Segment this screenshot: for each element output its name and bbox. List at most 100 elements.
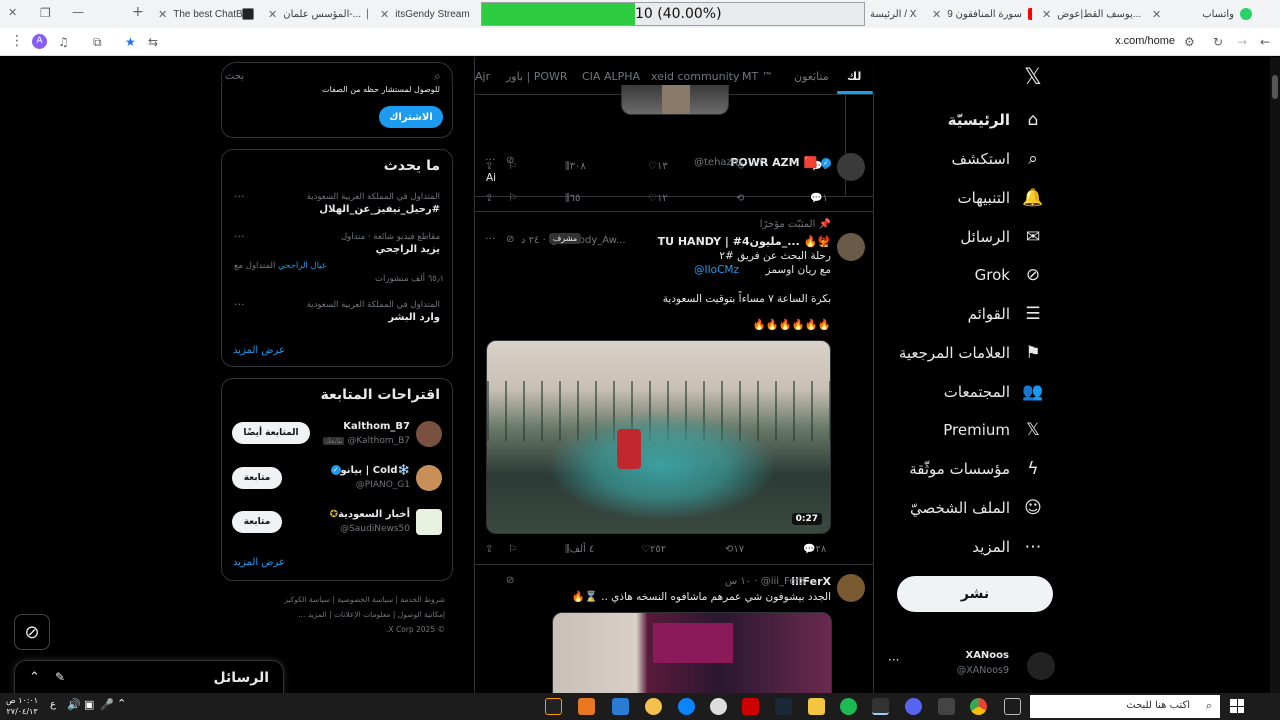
minimize-window-icon[interactable]: — — [72, 5, 84, 19]
show-more-link[interactable]: عرض المزيد — [233, 345, 285, 356]
tray-chevron-icon[interactable]: ⌃ — [117, 697, 126, 710]
url-field[interactable]: x.com/home — [1115, 35, 1175, 47]
post-button[interactable]: نشر — [897, 576, 1053, 612]
more-dots-icon[interactable]: ··· — [888, 653, 899, 667]
tweet[interactable]: iiiFerX ١٠ س · @iii_FerX ⊘ الجدد بيشوفون… — [475, 566, 873, 693]
more-dots-icon[interactable]: ··· — [234, 190, 245, 203]
network-icon[interactable]: ▣ — [84, 698, 94, 711]
tab-youtube[interactable]: ✕ يوسف القط|عوض... — [1042, 4, 1142, 24]
profile-avatar[interactable]: A — [32, 34, 47, 49]
tab-quran[interactable]: ✕ سورة المنافقون 9 — [932, 4, 1032, 24]
like-button[interactable]: ♡ ١٢ — [648, 193, 668, 204]
tab-powr[interactable]: باور | POWR — [506, 70, 568, 83]
avatar[interactable] — [416, 509, 442, 535]
more-dots-icon[interactable]: ··· — [234, 298, 245, 311]
tweet[interactable]: POWR AZM 🟥 ✓ @tehazm · ٣٠ د ⊘ ··· Ai ⇪ ⚐… — [475, 145, 873, 212]
close-icon[interactable]: ✕ — [380, 8, 389, 21]
grok-icon[interactable]: ⊘ — [506, 155, 514, 166]
nav-item-bookmark[interactable]: ⚑ العلامات المرجعية — [899, 338, 1044, 368]
mention-link[interactable]: @IIoCMz — [694, 264, 739, 276]
restore-window-icon[interactable]: ❐ — [40, 6, 51, 20]
more-dots-icon[interactable]: ··· — [485, 153, 496, 166]
close-icon[interactable]: ✕ — [1042, 8, 1051, 21]
tab-mt[interactable]: MT ™ — [742, 70, 773, 83]
suggestion-name[interactable]: ✓ بيانو | Cold❄️ — [330, 465, 410, 476]
nav-item-x-logo[interactable]: 𝕏 Premium — [943, 415, 1044, 445]
grok-icon[interactable]: ⊘ — [506, 234, 514, 245]
extensions-icon[interactable]: ⧉ — [93, 35, 102, 50]
tab-ajr[interactable]: Ajr — [475, 70, 490, 83]
views-count[interactable]: ⫼ ٤ ألف — [565, 544, 594, 555]
close-icon[interactable]: ✕ — [158, 8, 167, 21]
share-icon[interactable]: ⇪ — [485, 544, 493, 555]
suggestion-name[interactable]: Kalthom_B7 — [343, 421, 410, 432]
tab-xeid-community[interactable]: xeid community — [651, 70, 740, 83]
x-logo-icon[interactable]: 𝕏 — [1024, 65, 1042, 90]
tab-following[interactable]: متابَعون — [794, 70, 829, 83]
more-dots-icon[interactable]: ··· — [234, 230, 245, 243]
tweet-image[interactable] — [621, 85, 729, 115]
close-icon[interactable]: ✕ — [1152, 8, 1161, 21]
messages-drawer[interactable]: ⌃ ✎ الرسائل — [14, 660, 284, 693]
app-icon[interactable] — [742, 698, 759, 715]
nav-item-grok[interactable]: ⊘ Grok — [975, 260, 1044, 290]
volume-icon[interactable]: 🔊 — [67, 698, 81, 711]
tweet-author-name[interactable]: TU HANDY | #4مليون_... 🔥🐦‍🔥 — [658, 235, 831, 248]
close-icon[interactable]: ✕ — [268, 8, 277, 21]
clock[interactable]: ١٠:٠١ ص ٢٧/٠٤/١٣ — [6, 695, 38, 717]
tab-stream[interactable]: ✕ itsGendy Stream — [380, 4, 475, 24]
avatar[interactable] — [837, 233, 865, 261]
site-info-icon[interactable]: ⚙ — [1184, 35, 1195, 49]
menu-dots-icon[interactable]: ⋮ — [10, 33, 24, 49]
follow-button[interactable]: متابعة — [232, 511, 282, 533]
avatar[interactable] — [837, 574, 865, 602]
trend-title[interactable]: وارد البشر — [388, 312, 440, 323]
tab-founder[interactable]: ✕ المؤسس علمان-... — [268, 4, 368, 24]
tweet[interactable]: 📌 المثبّت مؤخرًا TU HANDY | #4مليون_... … — [475, 213, 873, 565]
tweet-image[interactable] — [552, 612, 832, 693]
tab-x-home[interactable]: الرئيسة / X X — [870, 4, 920, 24]
app-icon[interactable] — [710, 698, 727, 715]
app-icon[interactable] — [578, 698, 595, 715]
task-view-icon[interactable] — [1004, 698, 1021, 715]
trend-title[interactable]: يزيد الراجحي — [376, 244, 440, 255]
tweet-video[interactable]: 0:27 — [486, 340, 831, 534]
more-dots-icon[interactable]: ··· — [485, 232, 496, 245]
nav-item-lightning[interactable]: ϟ مؤسسات موثّقة — [909, 454, 1044, 484]
scroll-thumb[interactable] — [1272, 75, 1278, 99]
tab-whatsapp[interactable]: ✕ واتساب — [1152, 4, 1252, 24]
media-control-icon[interactable]: ♫ — [58, 35, 69, 49]
repost-icon[interactable]: ⟲ — [736, 193, 744, 204]
nav-item-mail[interactable]: ✉ الرسائل — [960, 222, 1044, 252]
bookmark-star-icon[interactable]: ★ — [125, 35, 136, 49]
avatar[interactable] — [837, 153, 865, 181]
expand-icon[interactable]: ⌃ — [29, 670, 40, 685]
show-more-link[interactable]: عرض المزيد — [233, 557, 285, 568]
chrome-icon[interactable] — [970, 698, 987, 715]
app-icon[interactable] — [938, 698, 955, 715]
obs-icon[interactable] — [872, 698, 889, 715]
nav-item-profile[interactable]: ☺ الملف الشخصيّ — [910, 493, 1044, 523]
spotify-icon[interactable] — [840, 698, 857, 715]
steam-icon[interactable] — [775, 698, 792, 715]
app-icon[interactable] — [645, 698, 662, 715]
file-explorer-icon[interactable] — [808, 698, 825, 715]
close-icon[interactable]: ✕ — [932, 8, 941, 21]
follow-button[interactable]: متابعة — [232, 467, 282, 489]
follow-back-button[interactable]: المتابعة أيضًا — [232, 422, 310, 444]
tab-favicon[interactable] — [242, 4, 258, 24]
bookmark-icon[interactable]: ⚐ — [508, 544, 517, 555]
bookmark-icon[interactable]: ⚐ — [508, 193, 517, 204]
nav-item-communities[interactable]: 👥 المجتمعات — [944, 377, 1044, 407]
page-scrollbar[interactable] — [1270, 57, 1280, 693]
new-message-icon[interactable]: ✎ — [55, 670, 65, 684]
nav-item-home[interactable]: ⌂ الرئيسيّة — [948, 105, 1044, 135]
close-window-icon[interactable]: ✕ — [8, 6, 17, 19]
discord-icon[interactable] — [905, 698, 922, 715]
windows-start-icon[interactable] — [1230, 699, 1244, 713]
account-switcher[interactable]: XANoos @XANoos9 ··· — [885, 649, 1055, 685]
avatar[interactable] — [416, 421, 442, 447]
avatar[interactable] — [416, 465, 442, 491]
edge-icon[interactable] — [678, 698, 695, 715]
suggestion-name[interactable]: ✪أخبار السعودية — [330, 509, 410, 520]
